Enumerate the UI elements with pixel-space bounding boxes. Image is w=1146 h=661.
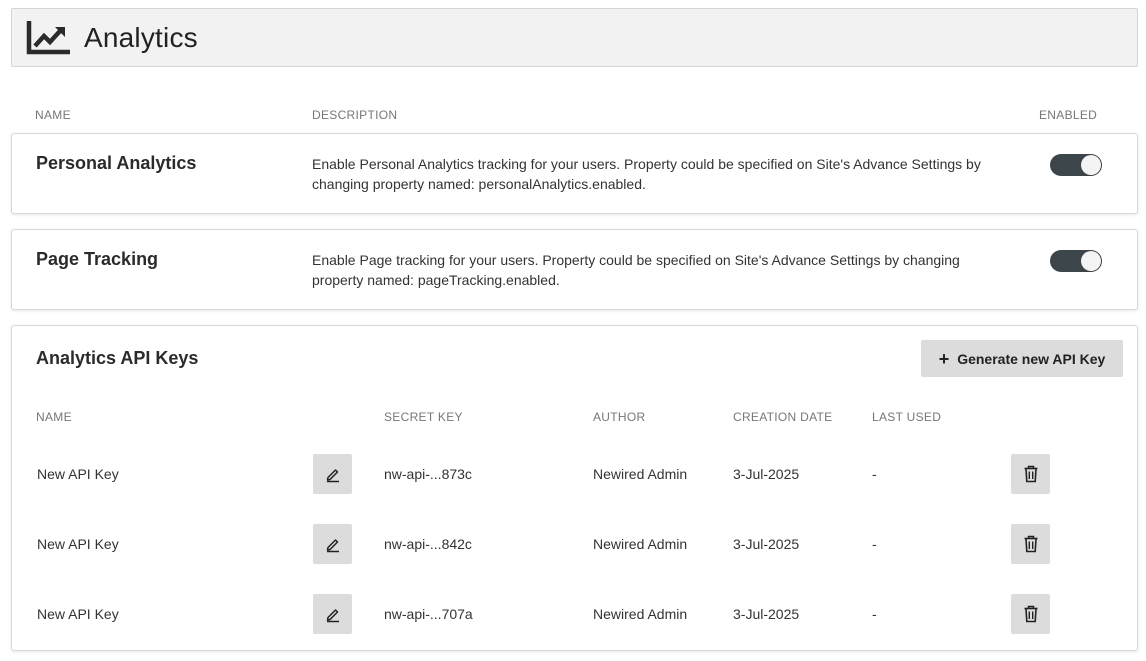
key-last-used: - (872, 536, 877, 552)
page-header: Analytics (11, 8, 1138, 67)
personal-analytics-toggle[interactable] (1050, 154, 1102, 176)
key-author: Newired Admin (593, 466, 688, 482)
toggle-knob (1081, 251, 1101, 271)
key-name: New API Key (37, 536, 119, 552)
column-header-enabled: ENABLED (1039, 108, 1098, 122)
trash-icon (1024, 465, 1037, 483)
trash-icon (1024, 535, 1037, 553)
key-created: 3-Jul-2025 (733, 466, 800, 482)
api-keys-card: Analytics API Keys + Generate new API Ke… (11, 325, 1138, 651)
table-row: New API Key nw-api-...842c Newired Admin… (12, 524, 1137, 564)
edit-key-button[interactable] (313, 524, 352, 564)
key-last-used: - (872, 466, 877, 482)
key-author: Newired Admin (593, 536, 688, 552)
edit-key-button[interactable] (313, 454, 352, 494)
chart-line-icon (26, 20, 70, 55)
delete-key-button[interactable] (1011, 594, 1050, 634)
setting-card-page-tracking: Page Tracking Enable Page tracking for y… (11, 229, 1138, 310)
table-row: New API Key nw-api-...873c Newired Admin… (12, 454, 1137, 494)
column-header-name: NAME (35, 108, 71, 122)
setting-description: Enable Personal Analytics tracking for y… (312, 156, 981, 192)
keys-column-created: CREATION DATE (733, 410, 833, 424)
pencil-icon (326, 539, 339, 553)
column-header-description: DESCRIPTION (312, 108, 398, 122)
setting-name: Personal Analytics (36, 153, 197, 173)
key-secret: nw-api-...707a (384, 606, 473, 622)
pencil-icon (326, 609, 339, 623)
key-secret: nw-api-...842c (384, 536, 472, 552)
generate-api-key-label: Generate new API Key (957, 350, 1106, 367)
keys-column-name: NAME (36, 410, 72, 424)
key-author: Newired Admin (593, 606, 688, 622)
delete-key-button[interactable] (1011, 524, 1050, 564)
keys-column-secret: SECRET KEY (384, 410, 463, 424)
table-row: New API Key nw-api-...707a Newired Admin… (12, 594, 1137, 634)
toggle-knob (1081, 155, 1101, 175)
api-keys-title: Analytics API Keys (36, 348, 199, 368)
generate-api-key-button[interactable]: + Generate new API Key (921, 340, 1123, 377)
edit-key-button[interactable] (313, 594, 352, 634)
key-name: New API Key (37, 466, 119, 482)
page-tracking-toggle[interactable] (1050, 250, 1102, 272)
trash-icon (1024, 605, 1037, 623)
key-name: New API Key (37, 606, 119, 622)
keys-column-author: AUTHOR (593, 410, 646, 424)
key-secret: nw-api-...873c (384, 466, 472, 482)
key-created: 3-Jul-2025 (733, 536, 800, 552)
key-created: 3-Jul-2025 (733, 606, 800, 622)
setting-name: Page Tracking (36, 249, 159, 269)
keys-column-last-used: LAST USED (872, 410, 942, 424)
setting-description: Enable Page tracking for your users. Pro… (312, 252, 960, 288)
plus-icon: + (938, 348, 950, 369)
setting-card-personal-analytics: Personal Analytics Enable Personal Analy… (11, 133, 1138, 214)
pencil-icon (326, 469, 339, 483)
key-last-used: - (872, 606, 877, 622)
page-title: Analytics (84, 21, 198, 53)
delete-key-button[interactable] (1011, 454, 1050, 494)
